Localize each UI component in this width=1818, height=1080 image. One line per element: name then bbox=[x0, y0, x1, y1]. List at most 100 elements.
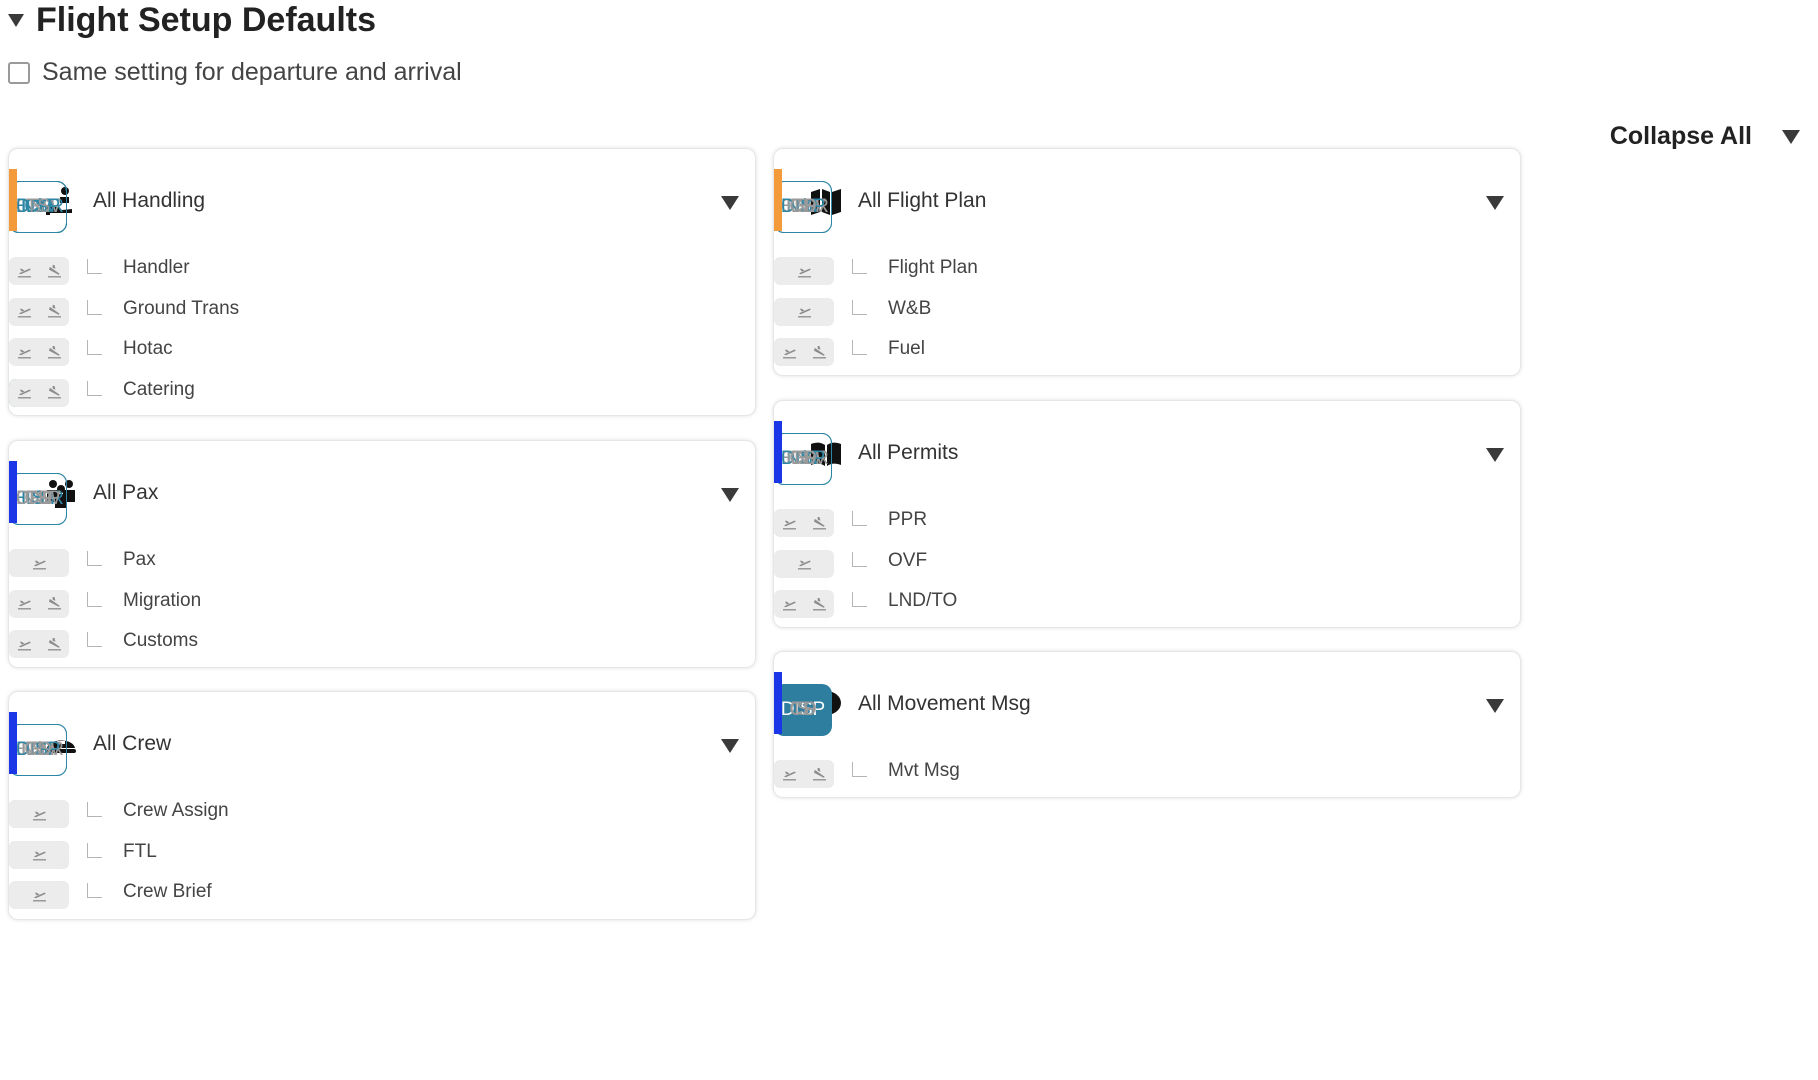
chevron-down-icon[interactable] bbox=[721, 196, 739, 210]
row-label: Hotac bbox=[123, 338, 173, 359]
departure-icon bbox=[17, 308, 31, 318]
departure-icon bbox=[17, 600, 31, 610]
arrival-toggle[interactable] bbox=[804, 509, 834, 537]
chevron-down-icon[interactable] bbox=[721, 488, 739, 502]
departure-toggle[interactable] bbox=[9, 298, 39, 326]
dep-arr-toggle[interactable] bbox=[774, 590, 834, 618]
card-title: All Flight Plan bbox=[858, 189, 987, 212]
column-button-ts[interactable]: TS bbox=[9, 724, 67, 776]
departure-toggle[interactable] bbox=[774, 257, 834, 285]
column-button-ts[interactable]: TS bbox=[774, 181, 832, 233]
card-title: All Permits bbox=[858, 441, 959, 464]
collapse-all-label: Collapse All bbox=[1609, 122, 1752, 150]
departure-toggle[interactable] bbox=[9, 338, 39, 366]
arrival-toggle[interactable] bbox=[39, 590, 69, 618]
dep-arr-toggle[interactable] bbox=[774, 760, 834, 788]
dep-arr-toggle[interactable] bbox=[774, 549, 834, 578]
chevron-down-icon[interactable] bbox=[1486, 448, 1504, 462]
column-button-ts[interactable]: TS bbox=[9, 181, 67, 233]
arrival-toggle[interactable] bbox=[804, 590, 834, 618]
departure-toggle[interactable] bbox=[774, 550, 834, 578]
setting-row: OVF bbox=[774, 546, 1520, 586]
setting-row: PPR bbox=[774, 505, 1520, 545]
arrival-icon bbox=[47, 345, 61, 358]
departure-toggle[interactable] bbox=[9, 841, 69, 869]
chevron-down-icon[interactable] bbox=[1486, 196, 1504, 210]
same-setting-option[interactable]: Same setting for departure and arrival bbox=[8, 58, 462, 87]
departure-toggle[interactable] bbox=[774, 509, 804, 537]
chevron-down-icon[interactable] bbox=[1486, 699, 1504, 713]
tree-connector bbox=[87, 883, 102, 898]
column-button-ts[interactable]: TS bbox=[774, 433, 832, 485]
dep-arr-toggle[interactable] bbox=[9, 881, 69, 909]
dep-arr-toggle[interactable] bbox=[9, 549, 69, 577]
departure-toggle[interactable] bbox=[9, 590, 39, 618]
chevron-down-icon[interactable] bbox=[721, 739, 739, 753]
arrival-toggle[interactable] bbox=[804, 338, 834, 366]
dep-arr-toggle[interactable] bbox=[774, 509, 834, 537]
dep-arr-toggle[interactable] bbox=[9, 630, 69, 658]
tree-connector bbox=[87, 340, 102, 355]
departure-toggle[interactable] bbox=[9, 800, 69, 828]
arrival-toggle[interactable] bbox=[39, 379, 69, 407]
departure-toggle[interactable] bbox=[9, 549, 69, 577]
departure-toggle[interactable] bbox=[9, 257, 39, 285]
column-button-ts[interactable]: TS bbox=[9, 473, 67, 525]
setting-row: Mvt Msg bbox=[774, 756, 1520, 796]
departure-icon bbox=[782, 601, 796, 610]
row-label: Ground Trans bbox=[123, 297, 240, 319]
arrival-toggle[interactable] bbox=[39, 630, 69, 658]
card-title: All Pax bbox=[93, 481, 159, 504]
dep-arr-toggle[interactable] bbox=[9, 378, 69, 407]
departure-toggle[interactable] bbox=[9, 379, 39, 407]
departure-icon bbox=[17, 268, 31, 277]
tree-connector bbox=[852, 551, 867, 567]
departure-icon bbox=[32, 560, 46, 569]
departure-toggle[interactable] bbox=[774, 760, 804, 788]
row-label: LND/TO bbox=[888, 590, 958, 611]
tree-connector bbox=[852, 259, 867, 274]
dep-arr-toggle[interactable] bbox=[9, 297, 69, 326]
row-label: FTL bbox=[123, 840, 157, 862]
dep-arr-toggle[interactable] bbox=[774, 257, 834, 285]
row-label: Crew Assign bbox=[123, 800, 229, 821]
card-header: All Permits N/R HDLR CRW DISP S CP CD TS bbox=[774, 401, 1520, 505]
collapse-all-button[interactable]: Collapse All bbox=[1610, 122, 1800, 151]
row-label: Pax bbox=[123, 549, 156, 570]
dep-arr-toggle[interactable] bbox=[774, 338, 834, 366]
setting-row: Migration bbox=[9, 586, 755, 626]
row-label: Mvt Msg bbox=[888, 760, 960, 781]
card-header: All Crew N/R HDLR CRW DISP S CP CD TS bbox=[9, 692, 755, 796]
tree-connector bbox=[87, 842, 102, 858]
setting-row: Handler bbox=[9, 253, 755, 293]
dep-arr-toggle[interactable] bbox=[9, 840, 69, 869]
setting-row: FTL bbox=[9, 837, 755, 877]
arrival-toggle[interactable] bbox=[39, 257, 69, 285]
card-header: All Flight Plan N/R HDLR CRW DISP S CP CD TS bbox=[774, 149, 1520, 253]
departure-icon bbox=[17, 349, 31, 358]
dep-arr-toggle[interactable] bbox=[9, 589, 69, 618]
dep-arr-toggle[interactable] bbox=[774, 297, 834, 326]
departure-toggle[interactable] bbox=[9, 630, 39, 658]
dep-arr-toggle[interactable] bbox=[9, 257, 69, 285]
arrival-toggle[interactable] bbox=[804, 760, 834, 788]
departure-icon bbox=[782, 771, 796, 780]
dep-arr-toggle[interactable] bbox=[9, 338, 69, 366]
row-label: W&B bbox=[888, 297, 932, 319]
setting-row: Crew Assign bbox=[9, 796, 755, 836]
row-label: Catering bbox=[123, 378, 195, 400]
departure-toggle[interactable] bbox=[774, 590, 804, 618]
row-label: Flight Plan bbox=[888, 257, 978, 278]
departure-toggle[interactable] bbox=[774, 338, 804, 366]
departure-icon bbox=[797, 560, 811, 570]
arrival-toggle[interactable] bbox=[39, 338, 69, 366]
column-button-ts[interactable]: TS bbox=[774, 684, 832, 736]
departure-toggle[interactable] bbox=[9, 881, 69, 909]
dep-arr-toggle[interactable] bbox=[9, 800, 69, 828]
section-collapse-icon[interactable] bbox=[8, 13, 24, 27]
tree-connector bbox=[87, 299, 102, 315]
settings-card: All Pax N/R HDLR CRW DISP S CP CD TS Pax Migration… bbox=[8, 440, 756, 668]
arrival-toggle[interactable] bbox=[39, 298, 69, 326]
departure-toggle[interactable] bbox=[774, 298, 834, 326]
same-setting-checkbox[interactable] bbox=[8, 61, 30, 84]
